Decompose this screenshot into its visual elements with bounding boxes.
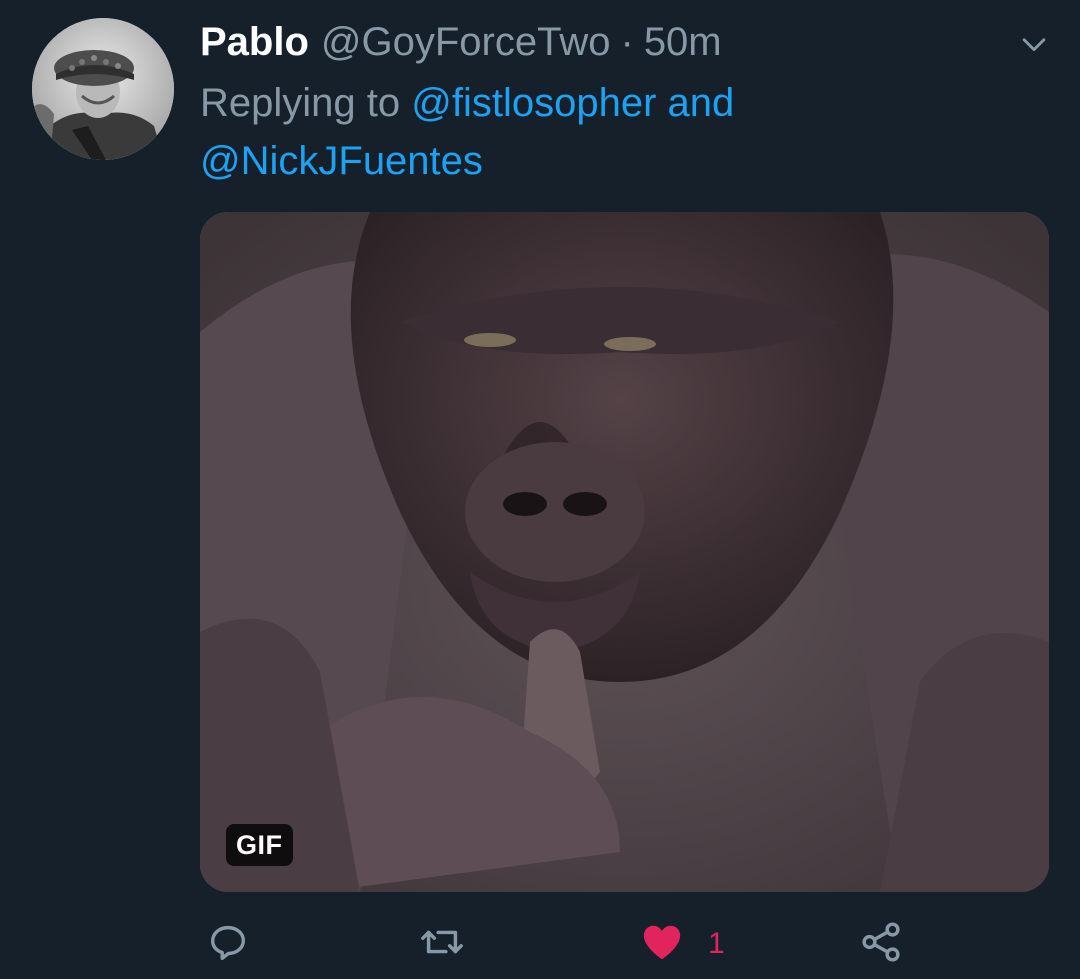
- retweet-icon: [418, 919, 466, 970]
- reply-icon: [205, 919, 251, 970]
- separator: ·: [620, 20, 634, 64]
- like-button[interactable]: 1: [638, 916, 725, 972]
- avatar[interactable]: [32, 18, 174, 160]
- action-bar: 1: [0, 916, 1080, 972]
- heart-icon: [638, 919, 686, 970]
- display-name[interactable]: Pablo: [200, 14, 309, 70]
- share-button[interactable]: [858, 916, 904, 972]
- gif-badge: GIF: [226, 824, 293, 866]
- mention-conjunction[interactable]: and: [668, 81, 735, 125]
- user-handle[interactable]: @GoyForceTwo: [321, 14, 611, 70]
- tweet[interactable]: Pablo @GoyForceTwo · 50m Replying to @fi…: [0, 0, 1080, 979]
- timestamp[interactable]: 50m: [644, 14, 722, 70]
- reply-button[interactable]: [205, 916, 251, 972]
- replying-to: Replying to @fistlosopher and @NickJFuen…: [200, 74, 1040, 190]
- chevron-down-icon[interactable]: [1014, 24, 1054, 64]
- replying-prefix: Replying to: [200, 81, 401, 125]
- like-count: 1: [708, 927, 725, 960]
- gif-media[interactable]: GIF: [200, 212, 1049, 892]
- mention-nickjfuentes[interactable]: @NickJFuentes: [200, 139, 483, 183]
- tweet-header: Pablo @GoyForceTwo · 50m: [200, 14, 722, 70]
- retweet-button[interactable]: [418, 916, 466, 972]
- mention-fistlosopher[interactable]: @fistlosopher: [411, 81, 656, 125]
- share-icon: [858, 919, 904, 970]
